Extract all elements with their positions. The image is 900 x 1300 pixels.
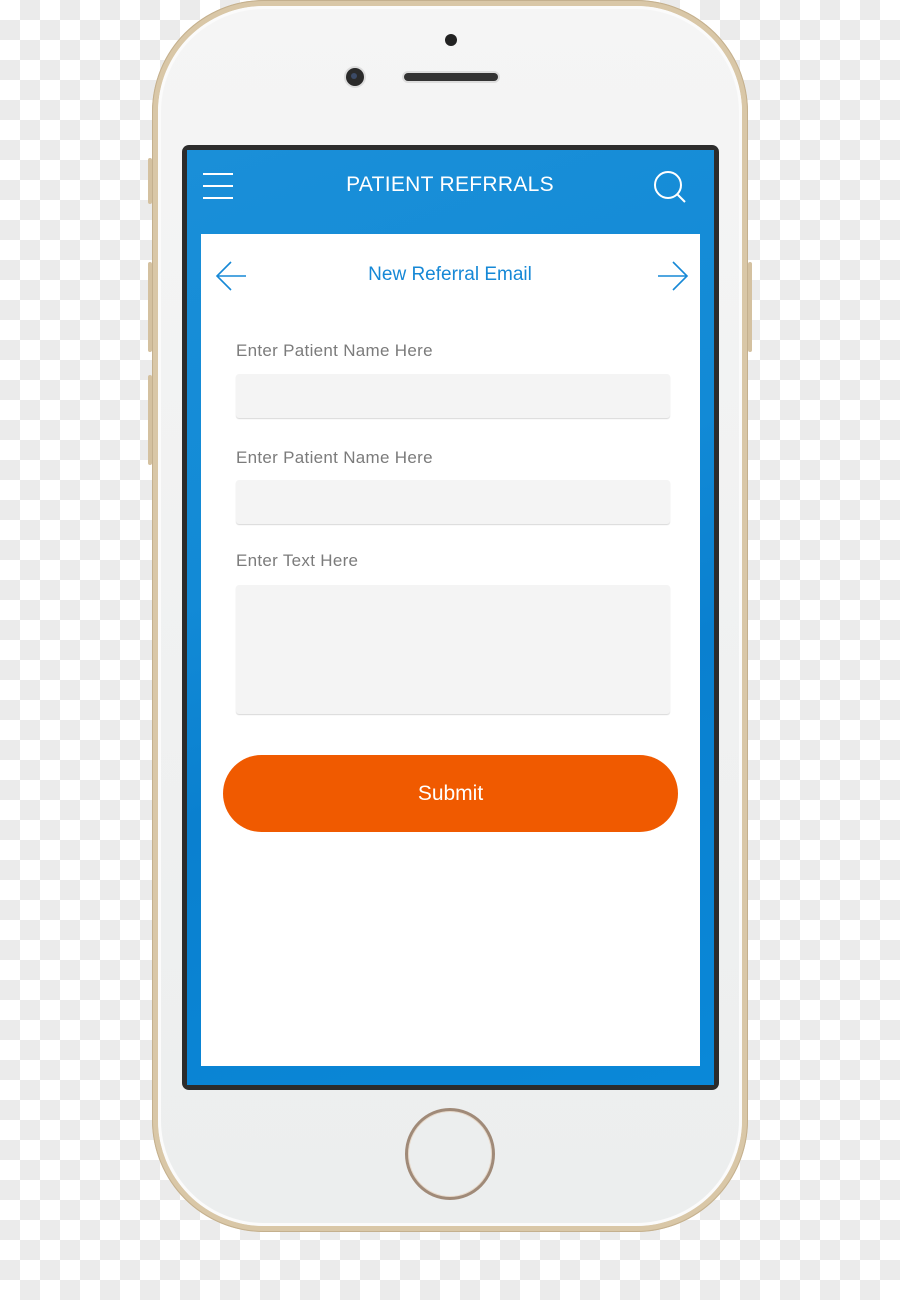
forward-button[interactable] bbox=[656, 259, 690, 293]
front-camera bbox=[346, 68, 364, 86]
header-title: PATIENT REFRRALS bbox=[346, 173, 554, 196]
page-subtitle: New Referral Email bbox=[368, 264, 532, 285]
submit-button[interactable]: Submit bbox=[223, 755, 678, 832]
patient-name-label: Enter Patient Name Here bbox=[236, 341, 433, 360]
patient-name-input[interactable] bbox=[236, 374, 670, 418]
arrow-left-icon bbox=[215, 261, 246, 291]
home-button[interactable] bbox=[405, 1108, 495, 1200]
menu-button[interactable] bbox=[203, 173, 233, 199]
earpiece-speaker bbox=[404, 73, 498, 81]
message-textarea[interactable] bbox=[236, 585, 670, 714]
power-button bbox=[748, 262, 752, 352]
arrow-right-icon bbox=[658, 261, 689, 291]
volume-down-button bbox=[148, 375, 152, 465]
back-button[interactable] bbox=[214, 259, 248, 293]
search-icon bbox=[654, 171, 686, 203]
proximity-sensor bbox=[445, 34, 457, 46]
mute-switch bbox=[148, 158, 152, 204]
patient-name-label-2: Enter Patient Name Here bbox=[236, 448, 433, 467]
message-label: Enter Text Here bbox=[236, 551, 359, 570]
patient-name-input-2[interactable] bbox=[236, 480, 670, 524]
volume-up-button bbox=[148, 262, 152, 352]
search-button[interactable] bbox=[652, 169, 688, 205]
